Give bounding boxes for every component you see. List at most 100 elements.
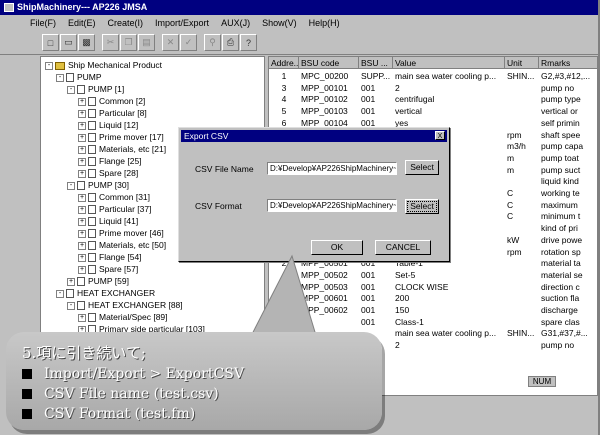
expand-icon[interactable]: + xyxy=(78,313,86,322)
tree-node[interactable]: + Flange [54] xyxy=(78,252,142,263)
table-row[interactable]: 5 MPP_00103 001 vertical vertical or xyxy=(269,106,597,117)
collapse-icon[interactable]: - xyxy=(56,73,64,82)
menu-help[interactable]: Help(H) xyxy=(309,18,340,28)
tree-node[interactable]: + Spare [57] xyxy=(78,264,138,275)
table-row[interactable]: MPP_00601 001 200 suction fla xyxy=(269,293,597,304)
tree-node[interactable]: + Prime mover [46] xyxy=(78,228,164,239)
expand-icon[interactable]: + xyxy=(67,277,75,286)
tree-node[interactable]: - HEAT EXCHANGER [88] xyxy=(67,300,183,311)
table-cell: m xyxy=(507,152,515,163)
column-header[interactable]: BSU ... xyxy=(359,57,393,69)
column-header[interactable]: Value xyxy=(393,57,505,69)
menu-edit[interactable]: Edit(E) xyxy=(68,18,96,28)
tree-node[interactable]: + Material/Spec [89] xyxy=(78,312,168,323)
expand-icon[interactable]: + xyxy=(78,253,86,262)
close-icon[interactable]: X xyxy=(435,131,445,140)
copy-icon[interactable]: ❐ xyxy=(120,34,137,51)
tree-node[interactable]: + Liquid [12] xyxy=(78,120,138,131)
tree-node[interactable]: + Common [31] xyxy=(78,192,150,203)
new-file-icon[interactable]: □ xyxy=(42,34,59,51)
tree-node[interactable]: + Particular [8] xyxy=(78,108,147,119)
column-header[interactable]: Rmarks xyxy=(539,57,597,69)
collapse-icon[interactable]: - xyxy=(56,289,64,298)
menu-import-export[interactable]: Import/Export xyxy=(155,18,209,28)
instruction-callout: 5.項に引き続いて; Import/Export > ExportCSV CSV… xyxy=(6,332,382,430)
collapse-icon[interactable]: - xyxy=(45,61,53,70)
tree-node[interactable]: + Common [2] xyxy=(78,96,145,107)
search-icon[interactable]: ⚲ xyxy=(204,34,221,51)
expand-icon[interactable]: + xyxy=(78,241,86,250)
save-icon[interactable]: ▩ xyxy=(78,34,95,51)
document-icon xyxy=(88,241,96,251)
table-row[interactable]: MPP_00602 001 150 discharge xyxy=(269,305,597,316)
menu-file[interactable]: File(F) xyxy=(30,18,56,28)
select-file-button[interactable]: Select xyxy=(405,160,439,175)
tree-node[interactable]: - PUMP xyxy=(56,72,102,83)
table-row[interactable]: 001 Class-1 spare clas xyxy=(269,317,597,328)
expand-icon[interactable]: + xyxy=(78,265,86,274)
expand-icon[interactable]: + xyxy=(78,229,86,238)
table-row[interactable]: MPP_00503 001 CLOCK WISE direction c xyxy=(269,282,597,293)
tree-node[interactable]: + Prime mover [17] xyxy=(78,132,164,143)
table-cell xyxy=(505,340,539,351)
table-row[interactable]: MPP_00502 001 Set-5 material se xyxy=(269,270,597,281)
expand-icon[interactable]: + xyxy=(78,205,86,214)
collapse-icon[interactable]: - xyxy=(67,301,75,310)
column-header[interactable]: Addre... xyxy=(269,57,299,69)
delete-icon[interactable]: ✕ xyxy=(162,34,179,51)
cut-icon[interactable]: ✂ xyxy=(102,34,119,51)
expand-icon[interactable]: + xyxy=(78,169,86,178)
paste-icon[interactable]: ▤ xyxy=(138,34,155,51)
ok-button[interactable]: OK xyxy=(311,240,363,255)
expand-icon[interactable]: + xyxy=(78,193,86,202)
expand-icon[interactable]: + xyxy=(78,109,86,118)
csv-format-input[interactable]: D:¥Develop¥AP226ShipMachinery~ xyxy=(267,199,397,212)
menu-show[interactable]: Show(V) xyxy=(262,18,297,28)
help-icon[interactable]: ? xyxy=(240,34,257,51)
tree-node[interactable]: + Liquid [41] xyxy=(78,216,138,227)
document-icon xyxy=(88,145,96,155)
column-header[interactable]: Unit xyxy=(505,57,539,69)
tree-node[interactable]: + PUMP [59] xyxy=(67,276,129,287)
tree-node-label: Material/Spec [89] xyxy=(99,312,168,322)
table-row[interactable]: 4 MPP_00102 001 centrifugal pump type xyxy=(269,94,597,105)
tree-node[interactable]: - PUMP [1] xyxy=(67,84,124,95)
collapse-icon[interactable]: - xyxy=(67,181,75,190)
document-icon xyxy=(88,217,96,227)
expand-icon[interactable]: + xyxy=(78,97,86,106)
menu-create[interactable]: Create(I) xyxy=(108,18,144,28)
expand-icon[interactable]: + xyxy=(78,121,86,130)
table-cell xyxy=(269,270,299,281)
menu-aux[interactable]: AUX(J) xyxy=(221,18,250,28)
expand-icon[interactable]: + xyxy=(78,145,86,154)
document-icon xyxy=(88,253,96,263)
num-lock-indicator: NUM xyxy=(528,376,556,387)
tree-node[interactable]: + Spare [28] xyxy=(78,168,138,179)
tree-node[interactable]: - PUMP [30] xyxy=(67,180,129,191)
csv-file-name-input[interactable]: D:¥Develop¥AP226ShipMachinery~ xyxy=(267,162,397,175)
tree-node[interactable]: + Flange [25] xyxy=(78,156,142,167)
callout-title: 5.項に引き続いて; xyxy=(22,344,146,362)
tree-node[interactable]: - Ship Mechanical Product xyxy=(45,60,162,71)
dialog-title: Export CSV xyxy=(184,131,229,141)
table-row[interactable]: 1 MPC_00200 SUPP... main sea water cooling … xyxy=(269,71,597,82)
toolbar: □ ▭ ▩ ✂ ❐ ▤ ✕ ✓ ⚲ ⎙ ? xyxy=(0,31,598,55)
document-icon xyxy=(88,313,96,323)
column-header[interactable]: BSU code xyxy=(299,57,359,69)
tree-node[interactable]: + Materials, etc [21] xyxy=(78,144,166,155)
table-row[interactable]: 3 MPP_00101 001 2 pump no xyxy=(269,83,597,94)
print-icon[interactable]: ⎙ xyxy=(222,34,239,51)
expand-icon[interactable]: + xyxy=(78,157,86,166)
tree-node[interactable]: + Particular [37] xyxy=(78,204,151,215)
tree-node-label: PUMP [59] xyxy=(88,276,129,286)
expand-icon[interactable]: + xyxy=(78,217,86,226)
collapse-icon[interactable]: - xyxy=(67,85,75,94)
select-format-button[interactable]: Select xyxy=(405,199,439,214)
app-window: ShipMachinery--- AP226 JMSA File(F) Edit… xyxy=(0,0,600,435)
cancel-button[interactable]: CANCEL xyxy=(375,240,431,255)
check-icon[interactable]: ✓ xyxy=(180,34,197,51)
tree-node[interactable]: - HEAT EXCHANGER xyxy=(56,288,155,299)
tree-node[interactable]: + Materials, etc [50] xyxy=(78,240,166,251)
expand-icon[interactable]: + xyxy=(78,133,86,142)
open-folder-icon[interactable]: ▭ xyxy=(60,34,77,51)
